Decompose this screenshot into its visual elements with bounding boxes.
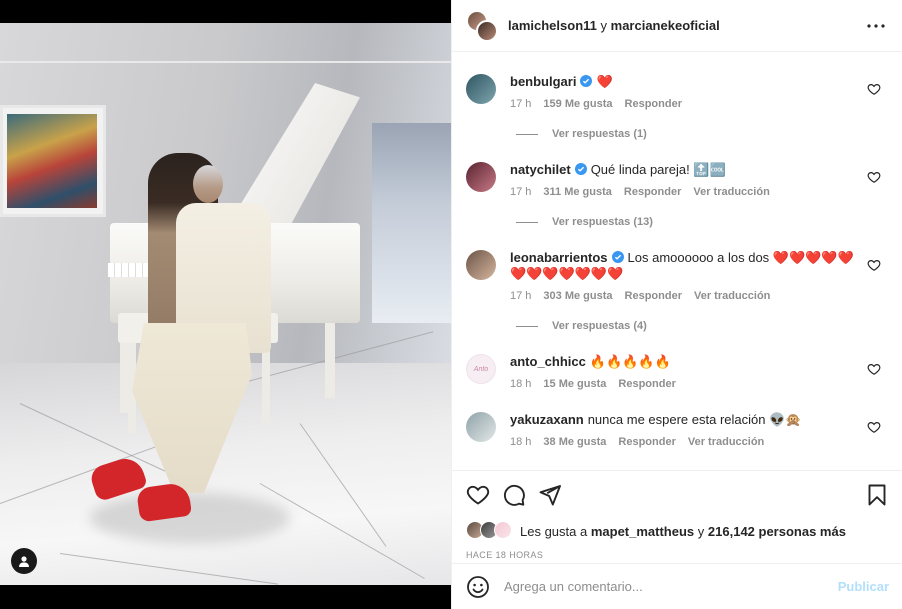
post-modal: lamichelson11 y marcianekeoficial benbul… (0, 0, 902, 609)
verified-badge-icon (574, 163, 587, 175)
avatar[interactable] (466, 412, 496, 442)
view-replies-label: Ver respuestas (4) (552, 320, 647, 332)
likes-prefix: Les gusta a (520, 523, 588, 539)
reply-button[interactable]: Responder (625, 290, 682, 302)
comment-icon[interactable] (502, 483, 526, 507)
post-timestamp[interactable]: HACE 18 HORAS (466, 550, 889, 560)
action-bar (466, 471, 889, 519)
view-replies-button[interactable]: Ver respuestas (13) (516, 216, 887, 228)
comment-text: Qué linda pareja! 🔝🆒 (590, 162, 726, 177)
reply-button[interactable]: Responder (618, 436, 675, 448)
author-avatars[interactable] (466, 9, 498, 42)
add-comment-bar: Publicar (452, 563, 902, 609)
comment-username[interactable]: yakuzaxann (510, 412, 584, 427)
comment-like-heart-icon[interactable] (867, 258, 881, 272)
comment-username[interactable]: natychilet (510, 162, 571, 177)
likes-summary: Les gusta a mapet_mattheus y 216,142 per… (466, 521, 889, 541)
avatar[interactable]: Anto (466, 354, 496, 384)
comment-text: 🔥🔥🔥🔥🔥 (589, 354, 671, 369)
author-link[interactable]: marcianekeoficial (611, 18, 720, 33)
comment-item: yakuzaxann nunca me espere esta relación … (466, 412, 887, 448)
avatar[interactable] (466, 162, 496, 192)
verified-badge-icon (580, 75, 593, 87)
photo-ceiling-line (0, 61, 451, 63)
verified-badge-icon (611, 251, 624, 263)
view-replies-label: Ver respuestas (13) (552, 216, 653, 228)
more-horizontal-icon[interactable] (864, 14, 888, 38)
heart-icon[interactable] (466, 483, 490, 507)
view-replies-button[interactable]: Ver respuestas (1) (516, 128, 887, 140)
comments-list: benbulgari ❤️ 17 h 159 Me gusta Responder… (452, 52, 902, 470)
post-media (0, 0, 451, 609)
comment-username[interactable]: anto_chhicc (510, 354, 586, 369)
author-link[interactable]: lamichelson11 (508, 18, 597, 33)
avatar (476, 19, 498, 42)
comment-item: natychilet Qué linda pareja! 🔝🆒 17 h 311 … (466, 162, 887, 198)
photo-painting (0, 105, 106, 217)
photo-man-head (193, 165, 223, 203)
comment-like-heart-icon[interactable] (867, 82, 881, 96)
comment-time[interactable]: 17 h (510, 98, 531, 110)
post-panel: lamichelson11 y marcianekeoficial benbul… (451, 0, 902, 609)
comment-likes[interactable]: 15 Me gusta (543, 378, 606, 390)
avatar[interactable] (466, 74, 496, 104)
translate-button[interactable]: Ver traducción (693, 186, 769, 198)
comment-input[interactable] (504, 579, 838, 594)
comment-item: leonabarrientos Los amoooooo a los dos ❤️… (466, 250, 887, 302)
comment-time[interactable]: 17 h (510, 186, 531, 198)
likes-count[interactable]: 216,142 personas más (708, 524, 846, 539)
reply-button[interactable]: Responder (625, 98, 682, 110)
publish-button[interactable]: Publicar (838, 579, 889, 594)
comment-time[interactable]: 18 h (510, 378, 531, 390)
bookmark-icon[interactable] (865, 483, 889, 507)
avatar[interactable] (466, 250, 496, 280)
comment-likes[interactable]: 311 Me gusta (543, 186, 611, 198)
comment-item: benbulgari ❤️ 17 h 159 Me gusta Responder (466, 74, 887, 110)
view-replies-label: Ver respuestas (1) (552, 128, 647, 140)
paper-plane-icon[interactable] (538, 483, 562, 507)
comment-time[interactable]: 17 h (510, 290, 531, 302)
reply-button[interactable]: Responder (624, 186, 681, 198)
translate-button[interactable]: Ver traducción (688, 436, 764, 448)
comment-text: nunca me espere esta relación 👽🙊 (587, 412, 802, 427)
liker-username[interactable]: mapet_mattheus (591, 524, 694, 539)
authors-conjunction: y (600, 18, 608, 33)
user-tag-icon[interactable] (11, 548, 37, 574)
photo-window (372, 123, 451, 323)
comment-time[interactable]: 18 h (510, 436, 531, 448)
post-actions: Les gusta a mapet_mattheus y 216,142 per… (452, 470, 902, 560)
post-photo[interactable] (0, 23, 451, 585)
comment-item: Anto anto_chhicc 🔥🔥🔥🔥🔥 18 h 15 Me gusta R… (466, 354, 887, 390)
comment-like-heart-icon[interactable] (867, 362, 881, 376)
comment-like-heart-icon[interactable] (867, 420, 881, 434)
post-header: lamichelson11 y marcianekeoficial (452, 0, 902, 52)
post-authors: lamichelson11 y marcianekeoficial (508, 18, 864, 33)
view-replies-button[interactable]: Ver respuestas (4) (516, 320, 887, 332)
likes-conjunction: y (697, 523, 705, 539)
comment-like-heart-icon[interactable] (867, 170, 881, 184)
comment-likes[interactable]: 159 Me gusta (543, 98, 612, 110)
comment-likes[interactable]: 303 Me gusta (543, 290, 612, 302)
emoji-icon[interactable] (466, 575, 490, 599)
comment-likes[interactable]: 38 Me gusta (543, 436, 606, 448)
comment-username[interactable]: benbulgari (510, 74, 576, 89)
liker-avatars (466, 521, 516, 541)
comment-username[interactable]: leonabarrientos (510, 250, 608, 265)
avatar (494, 521, 512, 539)
translate-button[interactable]: Ver traducción (694, 290, 770, 302)
comment-text: ❤️ (596, 74, 613, 89)
reply-button[interactable]: Responder (618, 378, 675, 390)
